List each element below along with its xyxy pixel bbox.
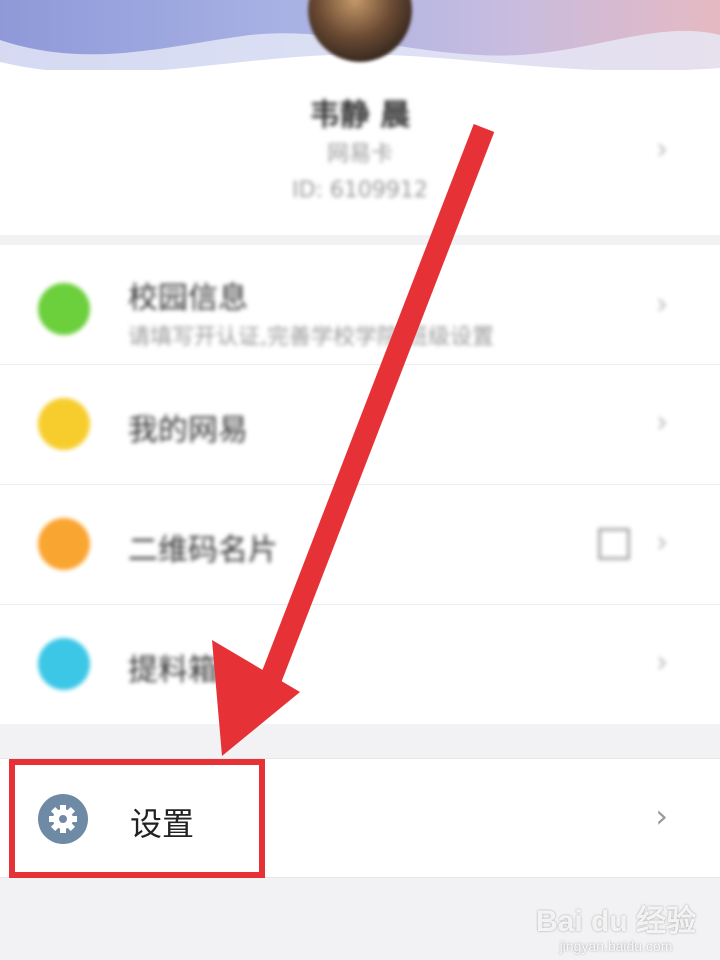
watermark-logo: Bai du 经验 (535, 905, 696, 938)
annotation-arrow (212, 124, 495, 756)
watermark: Bai du 经验 jingyan.baidu.com (536, 896, 696, 954)
watermark-url: jingyan.baidu.com (559, 938, 673, 954)
